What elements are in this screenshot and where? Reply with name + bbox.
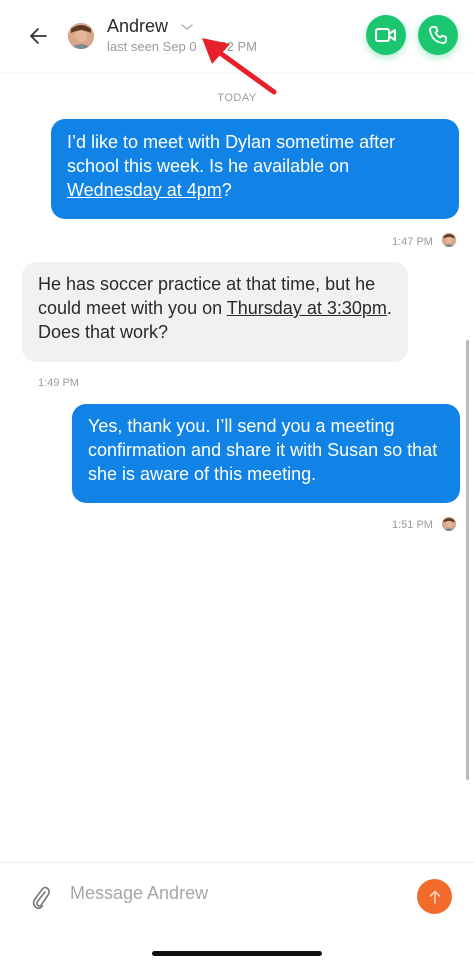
annotation-arrow <box>202 38 277 95</box>
message-timestamp: 1:49 PM <box>38 377 79 389</box>
send-arrow-icon <box>429 890 440 904</box>
date-link[interactable]: Wednesday at 4pm <box>67 180 222 200</box>
read-receipt-avatar <box>442 233 456 247</box>
home-indicator[interactable] <box>152 951 322 956</box>
date-link[interactable]: Thursday at 3:30pm <box>227 298 387 318</box>
message-text: Yes, thank you. I’ll send you a meeting … <box>88 416 438 484</box>
message-bubble-outgoing[interactable]: Yes, thank you. I’ll send you a meeting … <box>72 404 460 503</box>
scrollbar[interactable] <box>466 340 469 780</box>
contact-name[interactable]: Andrew <box>107 16 168 37</box>
message-bubble-incoming[interactable]: He has soccer practice at that time, but… <box>22 262 408 362</box>
phone-call-button[interactable] <box>418 15 458 55</box>
video-camera-icon <box>375 28 396 42</box>
chat-header: Andrew last seen Sep 0 1:52 PM <box>0 0 474 95</box>
message-text: I’d like to meet with Dylan sometime aft… <box>67 132 396 176</box>
avatar[interactable] <box>68 23 94 49</box>
paperclip-icon[interactable] <box>30 883 52 911</box>
message-input[interactable] <box>70 875 400 911</box>
back-arrow-icon[interactable] <box>26 22 54 50</box>
message-text: ? <box>221 180 232 200</box>
message-bubble-outgoing[interactable]: I’d like to meet with Dylan sometime aft… <box>51 119 459 219</box>
message-timestamp: 1:51 PM <box>392 519 433 531</box>
phone-icon <box>429 26 447 44</box>
read-receipt-avatar <box>442 517 456 531</box>
video-call-button[interactable] <box>366 15 406 55</box>
chevron-down-icon[interactable] <box>180 22 194 32</box>
send-button[interactable] <box>417 879 452 914</box>
message-timestamp: 1:47 PM <box>392 236 433 248</box>
message-composer <box>0 862 474 966</box>
